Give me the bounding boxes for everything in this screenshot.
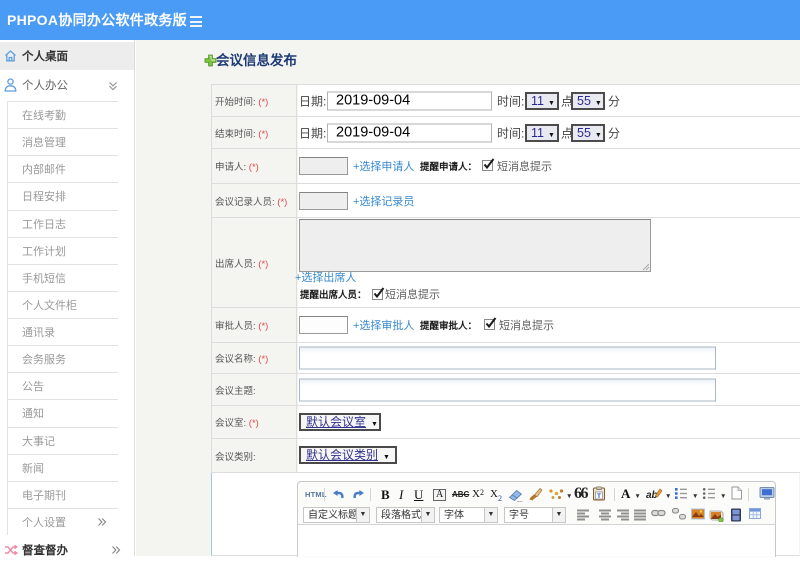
svg-text:T: T <box>597 493 601 500</box>
